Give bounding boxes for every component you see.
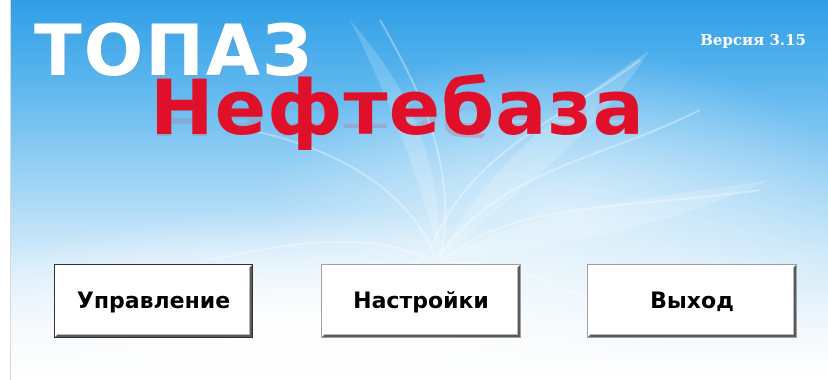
version-label: Версия 3.15 [700,31,806,49]
splash-window: ТОПАЗ Нефтебаза Нефтебаза Версия 3.15 Уп… [0,0,828,380]
logo-neftebaza: Нефтебаза [150,63,645,152]
settings-button[interactable]: Настройки [321,264,521,338]
manage-button[interactable]: Управление [54,264,253,338]
exit-button[interactable]: Выход [587,264,797,338]
window-left-edge [0,0,11,380]
